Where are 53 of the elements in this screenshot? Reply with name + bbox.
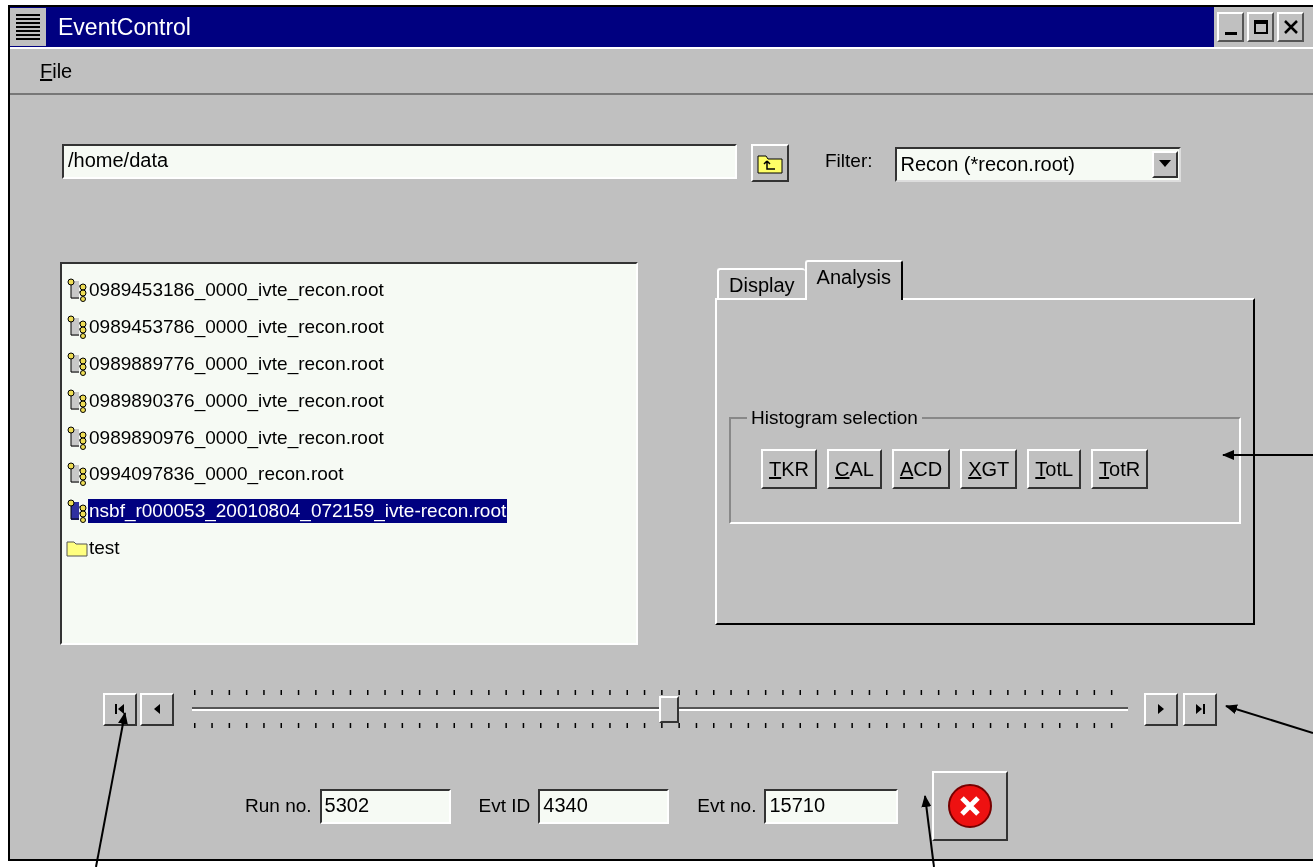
minimize-button[interactable] [1217, 12, 1244, 42]
next-event-button[interactable] [1144, 692, 1178, 726]
previous-event-button[interactable] [140, 692, 174, 726]
file-name[interactable]: 0994097836_0000_recon.root [88, 462, 345, 487]
file-name[interactable]: 0989889776_0000_ivte_recon.root [88, 352, 385, 376]
field-label: Evt no. [697, 793, 757, 818]
field-label: Run no. [245, 793, 312, 818]
file-tree-icon [66, 278, 88, 303]
histogram-button[interactable]: TKR [761, 449, 817, 489]
right-arrow-icon [1158, 704, 1164, 714]
file-tree-icon [66, 462, 88, 487]
filter-dropdown[interactable]: Recon (*recon.root) [894, 146, 1181, 182]
file-name[interactable]: 0989453186_0000_ivte_recon.root [88, 278, 385, 303]
input-field[interactable]: 4340 [538, 788, 670, 824]
file-tree-icon [66, 315, 88, 340]
file-tree-icon [66, 352, 88, 376]
input-field[interactable]: 5302 [319, 788, 451, 824]
folder-icon [66, 538, 88, 557]
file-name[interactable]: test [88, 535, 121, 560]
maximize-button[interactable] [1247, 12, 1274, 42]
file-name[interactable]: 0989890976_0000_ivte_recon.root [88, 425, 385, 450]
event-slider[interactable] [192, 687, 1128, 731]
skip-to-start-icon [115, 704, 125, 714]
skip-to-end-icon [1195, 704, 1205, 714]
menu-item[interactable]: File [40, 56, 73, 86]
window-title: EventControl [58, 12, 191, 42]
left-arrow-icon [154, 704, 160, 714]
last-event-button[interactable] [1183, 692, 1217, 726]
parent-folder-button[interactable] [751, 144, 789, 182]
file-name[interactable]: 0989890376_0000_ivte_recon.root [88, 388, 385, 413]
slider-thumb[interactable] [659, 696, 680, 723]
filter-label: Filter: [825, 148, 873, 173]
input-field[interactable]: 15710 [764, 788, 899, 824]
file-tree-icon [66, 425, 88, 450]
quit-button[interactable] [932, 771, 1009, 841]
cancel-icon [947, 783, 994, 829]
folder-up-icon [757, 152, 783, 174]
file-name[interactable]: nsbf_r000053_20010804_072159_ivte-recon.root [88, 499, 508, 524]
field-label: Evt ID [478, 793, 531, 818]
close-button[interactable] [1277, 12, 1304, 42]
histogram-button[interactable]: CAL [827, 449, 882, 489]
histogram-button[interactable]: TotL [1027, 449, 1082, 489]
histogram-button[interactable]: ACD [891, 449, 951, 489]
file-tree-icon [66, 388, 88, 413]
file-name[interactable]: 0989453786_0000_ivte_recon.root [88, 315, 385, 340]
first-event-button[interactable] [103, 692, 137, 726]
file-tree-icon [66, 499, 88, 524]
tab[interactable]: Analysis [804, 260, 904, 300]
path-field[interactable]: /home/data [62, 143, 737, 179]
window-menu-icon[interactable] [10, 8, 46, 46]
histogram-button[interactable]: XGT [960, 449, 1018, 489]
close-icon [1282, 19, 1299, 35]
histogram-button[interactable]: TotR [1091, 449, 1149, 489]
